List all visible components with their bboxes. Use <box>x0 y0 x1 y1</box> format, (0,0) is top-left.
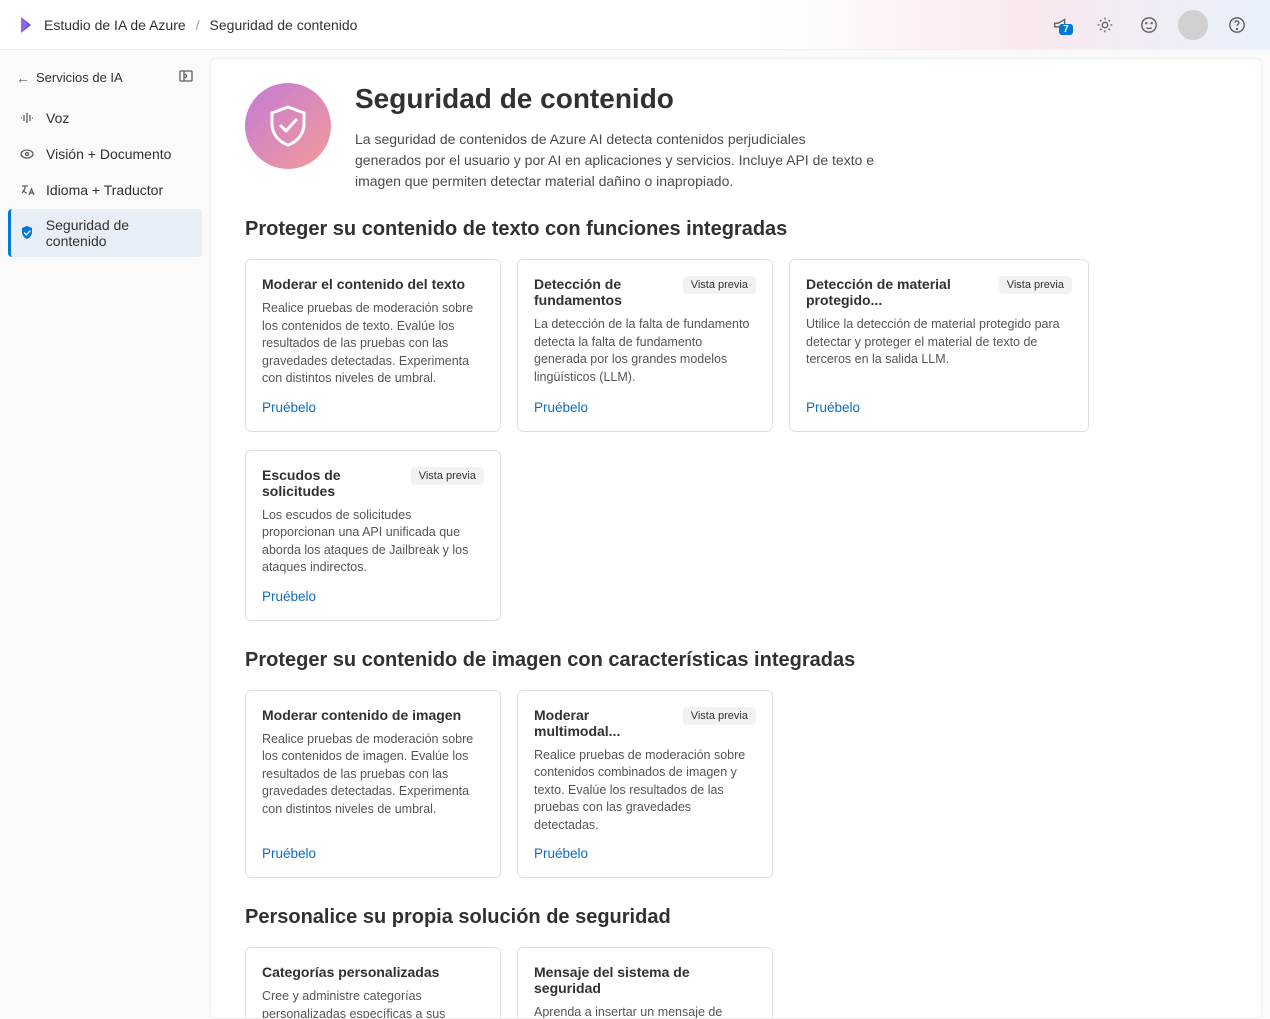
feature-card[interactable]: Mensaje del sistema de seguridad Aprenda… <box>517 947 773 1019</box>
sidebar-header: ← Servicios de IA <box>8 68 202 101</box>
feature-card[interactable]: Moderar multimodal... Vista previa Reali… <box>517 690 773 879</box>
card-link[interactable]: Pruébelo <box>534 846 756 861</box>
card-description: Realice pruebas de moderación sobre los … <box>262 731 484 835</box>
sidebar-item-shield[interactable]: Seguridad de contenido <box>8 209 202 257</box>
card-row: Moderar el contenido del texto Realice p… <box>245 259 1227 432</box>
card-title: Moderar el contenido del texto <box>262 276 465 292</box>
top-actions: 7 <box>1046 10 1252 40</box>
card-head: Moderar multimodal... Vista previa <box>534 707 756 739</box>
card-row: Categorías personalizadas Cree y adminis… <box>245 947 1227 1019</box>
sidebar-item-vision[interactable]: Visión + Documento <box>8 137 202 171</box>
card-head: Moderar contenido de imagen <box>262 707 484 723</box>
avatar[interactable] <box>1178 10 1208 40</box>
sidebar-back-label: Servicios de IA <box>36 70 123 85</box>
card-row: Moderar contenido de imagen Realice prue… <box>245 690 1227 879</box>
card-link[interactable]: Pruébelo <box>262 589 484 604</box>
card-head: Detección de material protegido... Vista… <box>806 276 1072 308</box>
sidebar-item-label: Seguridad de contenido <box>46 217 192 249</box>
hero: Seguridad de contenido La seguridad de c… <box>245 83 1227 192</box>
card-title: Categorías personalizadas <box>262 964 439 980</box>
preview-badge: Vista previa <box>683 276 756 294</box>
announcements-icon[interactable]: 7 <box>1046 10 1076 40</box>
card-title: Detección de fundamentos <box>534 276 675 308</box>
help-icon[interactable] <box>1222 10 1252 40</box>
card-title: Moderar contenido de imagen <box>262 707 461 723</box>
language-icon <box>18 181 36 199</box>
sidebar-item-label: Idioma + Traductor <box>46 182 163 198</box>
sidebar-item-label: Visión + Documento <box>46 146 171 162</box>
preview-badge: Vista previa <box>683 707 756 725</box>
section: Proteger su contenido de texto con funci… <box>245 218 1227 621</box>
notification-badge: 7 <box>1059 24 1073 35</box>
vision-icon <box>18 145 36 163</box>
card-link[interactable]: Pruébelo <box>262 400 484 415</box>
section-title: Proteger su contenido de texto con funci… <box>245 218 1227 241</box>
sidebar: ← Servicios de IA Voz Visión + Documento I… <box>0 50 210 1019</box>
preview-badge: Vista previa <box>411 467 484 485</box>
card-title: Moderar multimodal... <box>534 707 675 739</box>
back-to-services[interactable]: ← Servicios de IA <box>16 70 123 86</box>
settings-icon[interactable] <box>1090 10 1120 40</box>
arrow-left-icon: ← <box>16 70 30 86</box>
feature-card[interactable]: Moderar contenido de imagen Realice prue… <box>245 690 501 879</box>
card-head: Moderar el contenido del texto <box>262 276 484 292</box>
page-description: La seguridad de contenidos de Azure AI d… <box>355 129 875 192</box>
card-description: Cree y administre categorías personaliza… <box>262 988 484 1019</box>
azure-brand-icon <box>18 15 34 35</box>
main-content: Seguridad de contenido La seguridad de c… <box>210 58 1262 1019</box>
feature-card[interactable]: Detección de material protegido... Vista… <box>789 259 1089 432</box>
page-title: Seguridad de contenido <box>355 83 875 115</box>
card-description: La detección de la falta de fundamento d… <box>534 316 756 388</box>
card-head: Categorías personalizadas <box>262 964 484 980</box>
breadcrumb-current: Seguridad de contenido <box>210 17 358 33</box>
breadcrumb: Estudio de IA de Azure / Seguridad de co… <box>18 15 357 35</box>
sidebar-item-language[interactable]: Idioma + Traductor <box>8 173 202 207</box>
feedback-icon[interactable] <box>1134 10 1164 40</box>
card-description: Utilice la detección de material protegi… <box>806 316 1072 388</box>
card-title: Escudos de solicitudes <box>262 467 403 499</box>
card-title: Detección de material protegido... <box>806 276 991 308</box>
voice-icon <box>18 109 36 127</box>
card-link[interactable]: Pruébelo <box>806 400 1072 415</box>
card-description: Realice pruebas de moderación sobre los … <box>262 300 484 388</box>
layout: ← Servicios de IA Voz Visión + Documento I… <box>0 50 1270 1019</box>
card-link[interactable]: Pruébelo <box>534 400 756 415</box>
topbar: Estudio de IA de Azure / Seguridad de co… <box>0 0 1270 50</box>
shield-icon <box>18 224 36 242</box>
sidebar-item-label: Voz <box>46 110 69 126</box>
card-title: Mensaje del sistema de seguridad <box>534 964 756 996</box>
content-safety-hero-icon <box>245 83 331 169</box>
section-title: Proteger su contenido de imagen con cara… <box>245 649 1227 672</box>
card-head: Detección de fundamentos Vista previa <box>534 276 756 308</box>
feature-card[interactable]: Moderar el contenido del texto Realice p… <box>245 259 501 432</box>
card-row: Escudos de solicitudes Vista previa Los … <box>245 450 1227 621</box>
card-description: Realice pruebas de moderación sobre cont… <box>534 747 756 835</box>
sidebar-item-voice[interactable]: Voz <box>8 101 202 135</box>
collapse-sidebar-icon[interactable] <box>178 68 194 87</box>
breadcrumb-root[interactable]: Estudio de IA de Azure <box>44 17 186 33</box>
card-description: Los escudos de solicitudes proporcionan … <box>262 507 484 577</box>
breadcrumb-sep: / <box>196 17 200 33</box>
section: Personalice su propia solución de seguri… <box>245 906 1227 1019</box>
feature-card[interactable]: Escudos de solicitudes Vista previa Los … <box>245 450 501 621</box>
card-link[interactable]: Pruébelo <box>262 846 484 861</box>
section-title: Personalice su propia solución de seguri… <box>245 906 1227 929</box>
card-head: Escudos de solicitudes Vista previa <box>262 467 484 499</box>
feature-card[interactable]: Detección de fundamentos Vista previa La… <box>517 259 773 432</box>
feature-card[interactable]: Categorías personalizadas Cree y adminis… <box>245 947 501 1019</box>
card-head: Mensaje del sistema de seguridad <box>534 964 756 996</box>
section: Proteger su contenido de imagen con cara… <box>245 649 1227 879</box>
card-description: Aprenda a insertar un mensaje de sistema… <box>534 1004 756 1019</box>
preview-badge: Vista previa <box>999 276 1072 294</box>
